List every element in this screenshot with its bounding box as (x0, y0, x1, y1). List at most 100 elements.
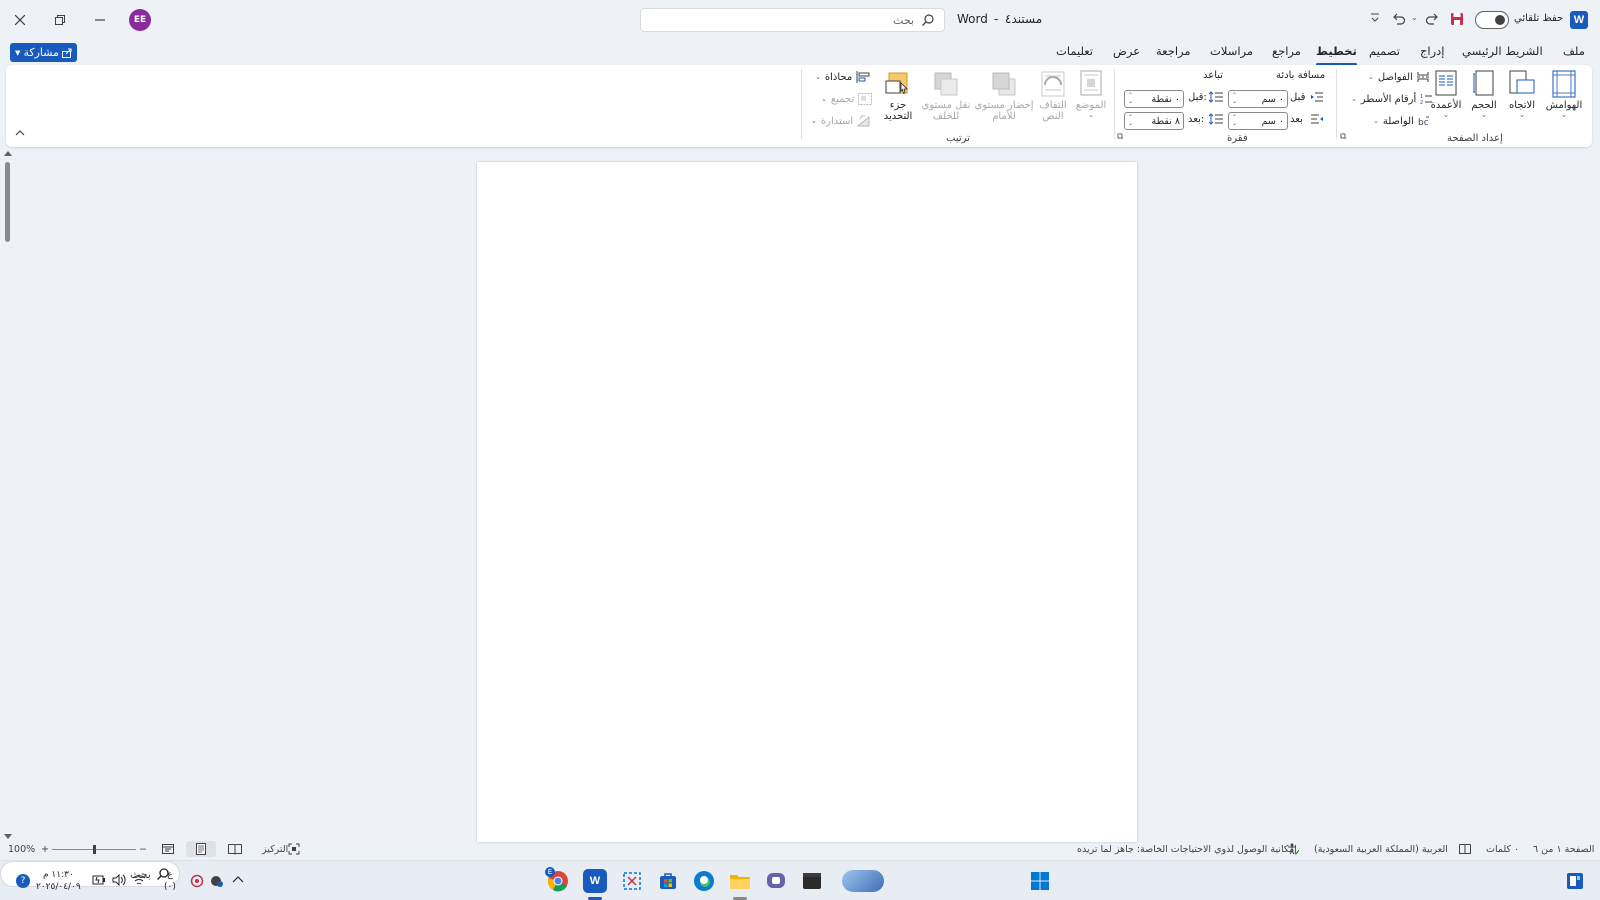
page-count[interactable]: الصفحة ١ من ٦ (1533, 844, 1594, 855)
focus-button[interactable] (288, 843, 300, 855)
edge-icon[interactable] (692, 869, 716, 893)
document-title: مستند٤ (1005, 12, 1043, 26)
tab-layout[interactable]: تخطيط (1316, 44, 1357, 66)
align-label: محاذاة (824, 71, 853, 83)
send-backward-button[interactable]: نقل مستوى للخلف (918, 69, 974, 122)
page-setup-launcher-icon[interactable]: ⧉ (1340, 132, 1346, 142)
svg-text:2: 2 (1420, 100, 1423, 105)
autosave-toggle[interactable] (1475, 11, 1509, 29)
tab-view[interactable]: عرض (1113, 44, 1140, 62)
indent-before-label: قبل (1290, 92, 1306, 103)
hyphenation-button[interactable]: ⌄ الواصلة bc (1373, 115, 1430, 127)
vertical-scrollbar[interactable] (3, 150, 12, 840)
tab-mailings[interactable]: مراسلات (1210, 44, 1253, 62)
zoom-out-button[interactable]: − (139, 844, 147, 855)
orientation-button[interactable]: الاتجاه ⌄ (1503, 69, 1541, 119)
selection-pane-button[interactable]: جزء التحديد (878, 69, 918, 122)
print-layout-button[interactable] (186, 841, 216, 857)
clock-time: ١١:٣٠ م (42, 870, 74, 880)
margins-button[interactable]: الهوامش ⌄ (1542, 69, 1586, 119)
spacing-after-spinner[interactable]: ⌃ ⌄ ٨ نقطة (1124, 112, 1184, 130)
clock[interactable]: ١١:٣٠ م ٢٠٢٥/٠٤/٠٩ (36, 869, 81, 893)
language-status[interactable]: العربية (المملكة العربية السعودية) (1314, 844, 1448, 855)
align-icon (856, 71, 870, 83)
wifi-icon[interactable] (132, 874, 146, 886)
focus-label[interactable]: التركيز (262, 844, 288, 855)
ribbon: الهوامش ⌄ الاتجاه ⌄ الحجم ⌄ الأعمدة ⌄ ⌄ … (6, 65, 1592, 147)
close-button[interactable] (0, 0, 40, 40)
wrap-text-button[interactable]: التفاف النص (1034, 69, 1072, 122)
breaks-icon (1416, 72, 1429, 82)
spinner-arrows-icon: ⌃ ⌄ (1128, 92, 1134, 105)
web-layout-button[interactable] (162, 843, 174, 855)
send-backward-label-2: للخلف (932, 111, 960, 122)
input-language[interactable]: ع (٠) (164, 869, 176, 893)
size-button[interactable]: الحجم ⌄ (1466, 69, 1502, 119)
zoom-slider[interactable] (52, 845, 136, 854)
tab-design[interactable]: تصميم (1369, 44, 1400, 62)
security-icon[interactable] (210, 874, 224, 888)
store-icon[interactable] (656, 869, 680, 893)
tray-app-icon[interactable] (190, 874, 204, 888)
indent-after-value: ٠ سم (1261, 115, 1284, 127)
tab-review[interactable]: مراجعة (1156, 44, 1191, 62)
bring-forward-button[interactable]: إحضار مستوى للأمام (974, 69, 1034, 122)
show-hidden-icons-button[interactable] (232, 874, 244, 884)
zoom-in-button[interactable]: + (41, 844, 49, 855)
start-button[interactable] (1028, 869, 1052, 893)
volume-icon[interactable] (112, 874, 126, 886)
save-button[interactable] (1450, 12, 1464, 26)
tab-home[interactable]: الشريط الرئيسي (1462, 44, 1543, 62)
indent-before-spinner[interactable]: ⌃ ⌄ ٠ سم (1228, 90, 1288, 108)
zoom-level[interactable]: 100% (8, 844, 35, 855)
columns-button[interactable]: الأعمدة ⌄ (1428, 69, 1464, 119)
widgets-icon[interactable] (1566, 872, 1584, 890)
share-button[interactable]: ▼ مشاركة (10, 43, 77, 62)
word-taskbar-icon[interactable]: W (583, 869, 607, 893)
spacing-before-value: ٠ نقطة (1151, 93, 1180, 105)
minimize-button[interactable] (80, 0, 120, 40)
breaks-button[interactable]: ⌄ الفواصل (1368, 71, 1429, 83)
send-backward-icon (932, 69, 960, 99)
scroll-up-icon[interactable] (4, 150, 12, 156)
redo-button[interactable] (1425, 11, 1439, 25)
input-language-top: ع (167, 870, 173, 880)
scroll-thumb[interactable] (5, 162, 10, 242)
align-button[interactable]: ⌄ محاذاة (815, 71, 870, 83)
customize-toolbar-button[interactable] (1370, 12, 1380, 24)
restore-button[interactable] (40, 0, 80, 40)
indent-after-spinner[interactable]: ⌃ ⌄ ٠ سم (1228, 112, 1288, 130)
document-page[interactable] (477, 162, 1137, 842)
terminal-icon[interactable] (800, 869, 824, 893)
scroll-down-icon[interactable] (4, 834, 12, 840)
search-box[interactable]: بحث (640, 8, 945, 32)
collapse-ribbon-button[interactable] (15, 129, 25, 137)
title-bar: EE بحث Word - مستند٤ ⌄ حفظ تلقائي W (0, 0, 1600, 40)
tab-help[interactable]: تعليمات (1056, 44, 1093, 62)
group-button[interactable]: ⌄ تجميع (821, 93, 873, 105)
spacing-before-spinner[interactable]: ⌃ ⌄ ٠ نقطة (1124, 90, 1184, 108)
print-layout-icon (196, 843, 206, 855)
zoom-slider-thumb[interactable] (93, 845, 96, 854)
tab-file[interactable]: ملف (1563, 44, 1585, 62)
avatar[interactable]: EE (129, 9, 151, 31)
snipping-tool-icon[interactable] (620, 869, 644, 893)
hyphenation-icon: bc (1418, 116, 1429, 127)
tab-references[interactable]: مراجع (1272, 44, 1301, 62)
tab-insert[interactable]: إدراج (1420, 44, 1445, 62)
battery-icon[interactable] (92, 874, 106, 886)
undo-button[interactable] (1392, 11, 1406, 25)
line-numbers-button[interactable]: ⌄ أرقام الأسطر 12 (1351, 93, 1433, 105)
position-button[interactable]: الموضع ⌄ (1072, 69, 1110, 119)
chat-icon[interactable] (764, 869, 788, 893)
rotate-button[interactable]: ⌄ استدارة (811, 115, 871, 127)
word-count[interactable]: ٠ كلمات (1486, 844, 1519, 855)
read-mode-button[interactable] (228, 843, 242, 855)
accessibility-status[interactable]: إمكانية الوصول لذوي الاحتياجات الخاصة: ج… (1077, 844, 1297, 855)
undo-dropdown-icon[interactable]: ⌄ (1411, 13, 1418, 22)
paragraph-launcher-icon[interactable]: ⧉ (1117, 132, 1123, 142)
chevron-down-icon: ⌄ (821, 95, 827, 103)
file-explorer-icon[interactable] (728, 869, 752, 893)
weather-icon[interactable]: ? (16, 874, 30, 888)
proofing-icon[interactable] (1459, 843, 1471, 855)
